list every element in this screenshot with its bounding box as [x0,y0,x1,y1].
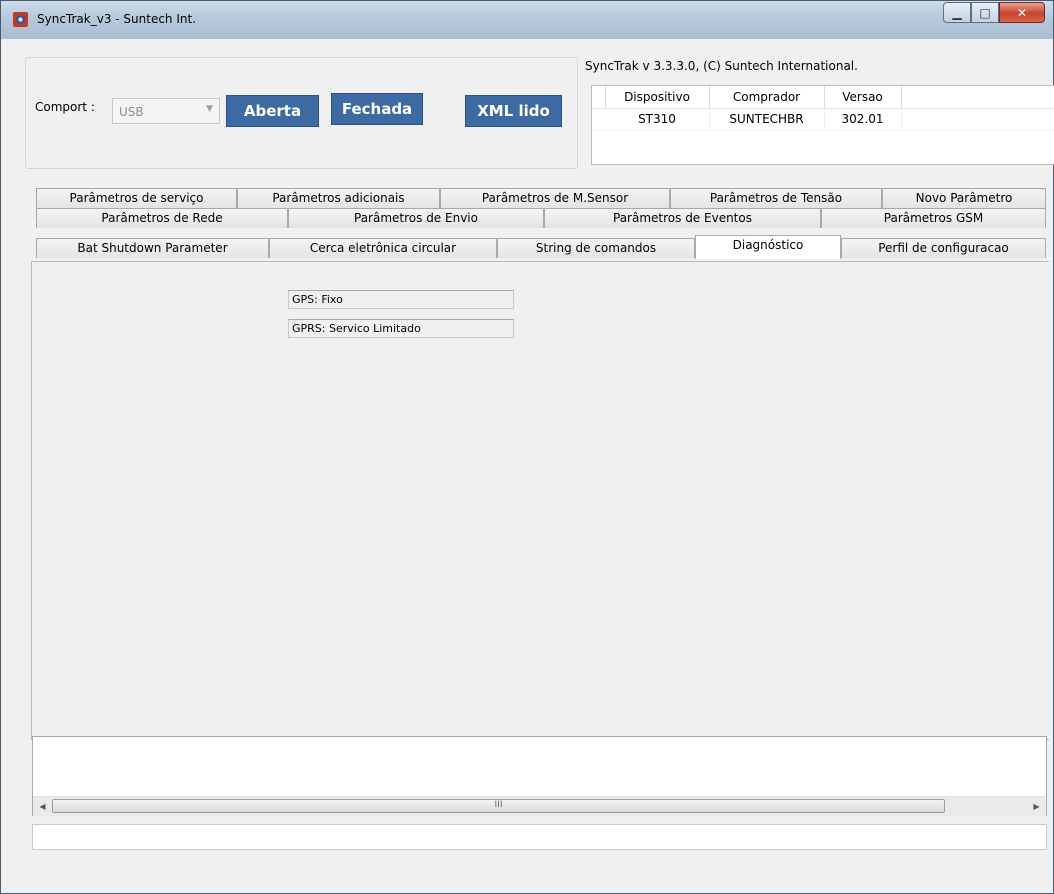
tab-eventos[interactable]: Parâmetros de Eventos [544,208,821,228]
tab-envio[interactable]: Parâmetros de Envio [288,208,544,228]
column-header[interactable]: Comprador [709,86,825,109]
comport-value: USB [119,105,144,119]
tab-cerca-eletronica[interactable]: Cerca eletrônica circular [269,238,497,258]
main-window: SyncTrak_v3 - Suntech Int. ▁ □ ✕ Comport… [0,0,1054,894]
table-cell: ST310 [605,108,710,130]
caption-buttons: ▁ □ ✕ [943,2,1045,24]
device-table[interactable]: Dispositivo Comprador Versao ST310 SUNTE… [591,85,1054,165]
horizontal-scrollbar[interactable]: ◀ III ▶ [33,796,1046,816]
gprs-status: GPRS: Servico Limitado [288,319,514,338]
title-bar[interactable]: SyncTrak_v3 - Suntech Int. ▁ □ ✕ [1,1,1053,39]
maximize-button[interactable]: □ [971,2,999,23]
tab-rede[interactable]: Parâmetros de Rede [36,208,288,228]
app-logo-icon [13,12,28,27]
device-table-header: Dispositivo Comprador Versao [592,86,1054,109]
tab-gsm[interactable]: Parâmetros GSM [821,208,1046,228]
scroll-right-icon[interactable]: ▶ [1028,798,1045,815]
scrollbar-thumb[interactable]: III [52,799,945,813]
table-cell: 302.01 [824,108,902,130]
comport-select[interactable]: USB ▼ [112,98,220,124]
tab-perfil-configuracao[interactable]: Perfil de configuracao [841,238,1046,258]
scrollbar-grip: III [494,800,503,810]
tab-msensor[interactable]: Parâmetros de M.Sensor [440,188,670,208]
minimize-button[interactable]: ▁ [943,2,971,23]
tab-servico[interactable]: Parâmetros de serviço [36,188,237,208]
column-header[interactable]: Versao [824,86,902,109]
window-title: SyncTrak_v3 - Suntech Int. [37,12,197,26]
close-icon: ✕ [1016,5,1028,20]
xml-read-button[interactable]: XML lido [465,95,562,127]
column-header[interactable]: Dispositivo [605,86,710,109]
close-button[interactable]: ✕ [999,2,1045,23]
chevron-down-icon: ▼ [206,104,213,114]
tab-adicionais[interactable]: Parâmetros adicionais [237,188,440,208]
close-port-button[interactable]: Fechada [331,93,423,125]
tab-tensao[interactable]: Parâmetros de Tensão [670,188,882,208]
maximize-icon: □ [979,5,991,20]
table-row-empty [592,130,1054,153]
client-area: Comport : USB ▼ Aberta Fechada XML lido … [9,39,1054,887]
minimize-icon: ▁ [952,5,962,20]
table-cell: SUNTECHBR [709,108,825,130]
status-textbox[interactable] [32,824,1047,850]
version-text: SyncTrak v 3.3.3.0, (C) Suntech Internat… [585,59,858,73]
scroll-left-icon[interactable]: ◀ [34,798,51,815]
tab-novo-parametro[interactable]: Novo Parâmetro [882,188,1046,208]
header-spacer [592,86,606,109]
tab-string-comandos[interactable]: String de comandos [497,238,695,258]
table-row[interactable]: ST310 SUNTECHBR 302.01 [592,108,1054,130]
header-filler [901,86,1054,109]
diagnostico-panel: GPS: Fixo GPRS: Servico Limitado [31,261,1049,740]
tab-bat-shutdown[interactable]: Bat Shutdown Parameter [36,238,269,258]
gps-status: GPS: Fixo [288,290,514,309]
comport-label: Comport : [35,100,95,114]
open-port-button[interactable]: Aberta [226,95,319,127]
tab-diagnostico[interactable]: Diagnóstico [695,235,841,259]
